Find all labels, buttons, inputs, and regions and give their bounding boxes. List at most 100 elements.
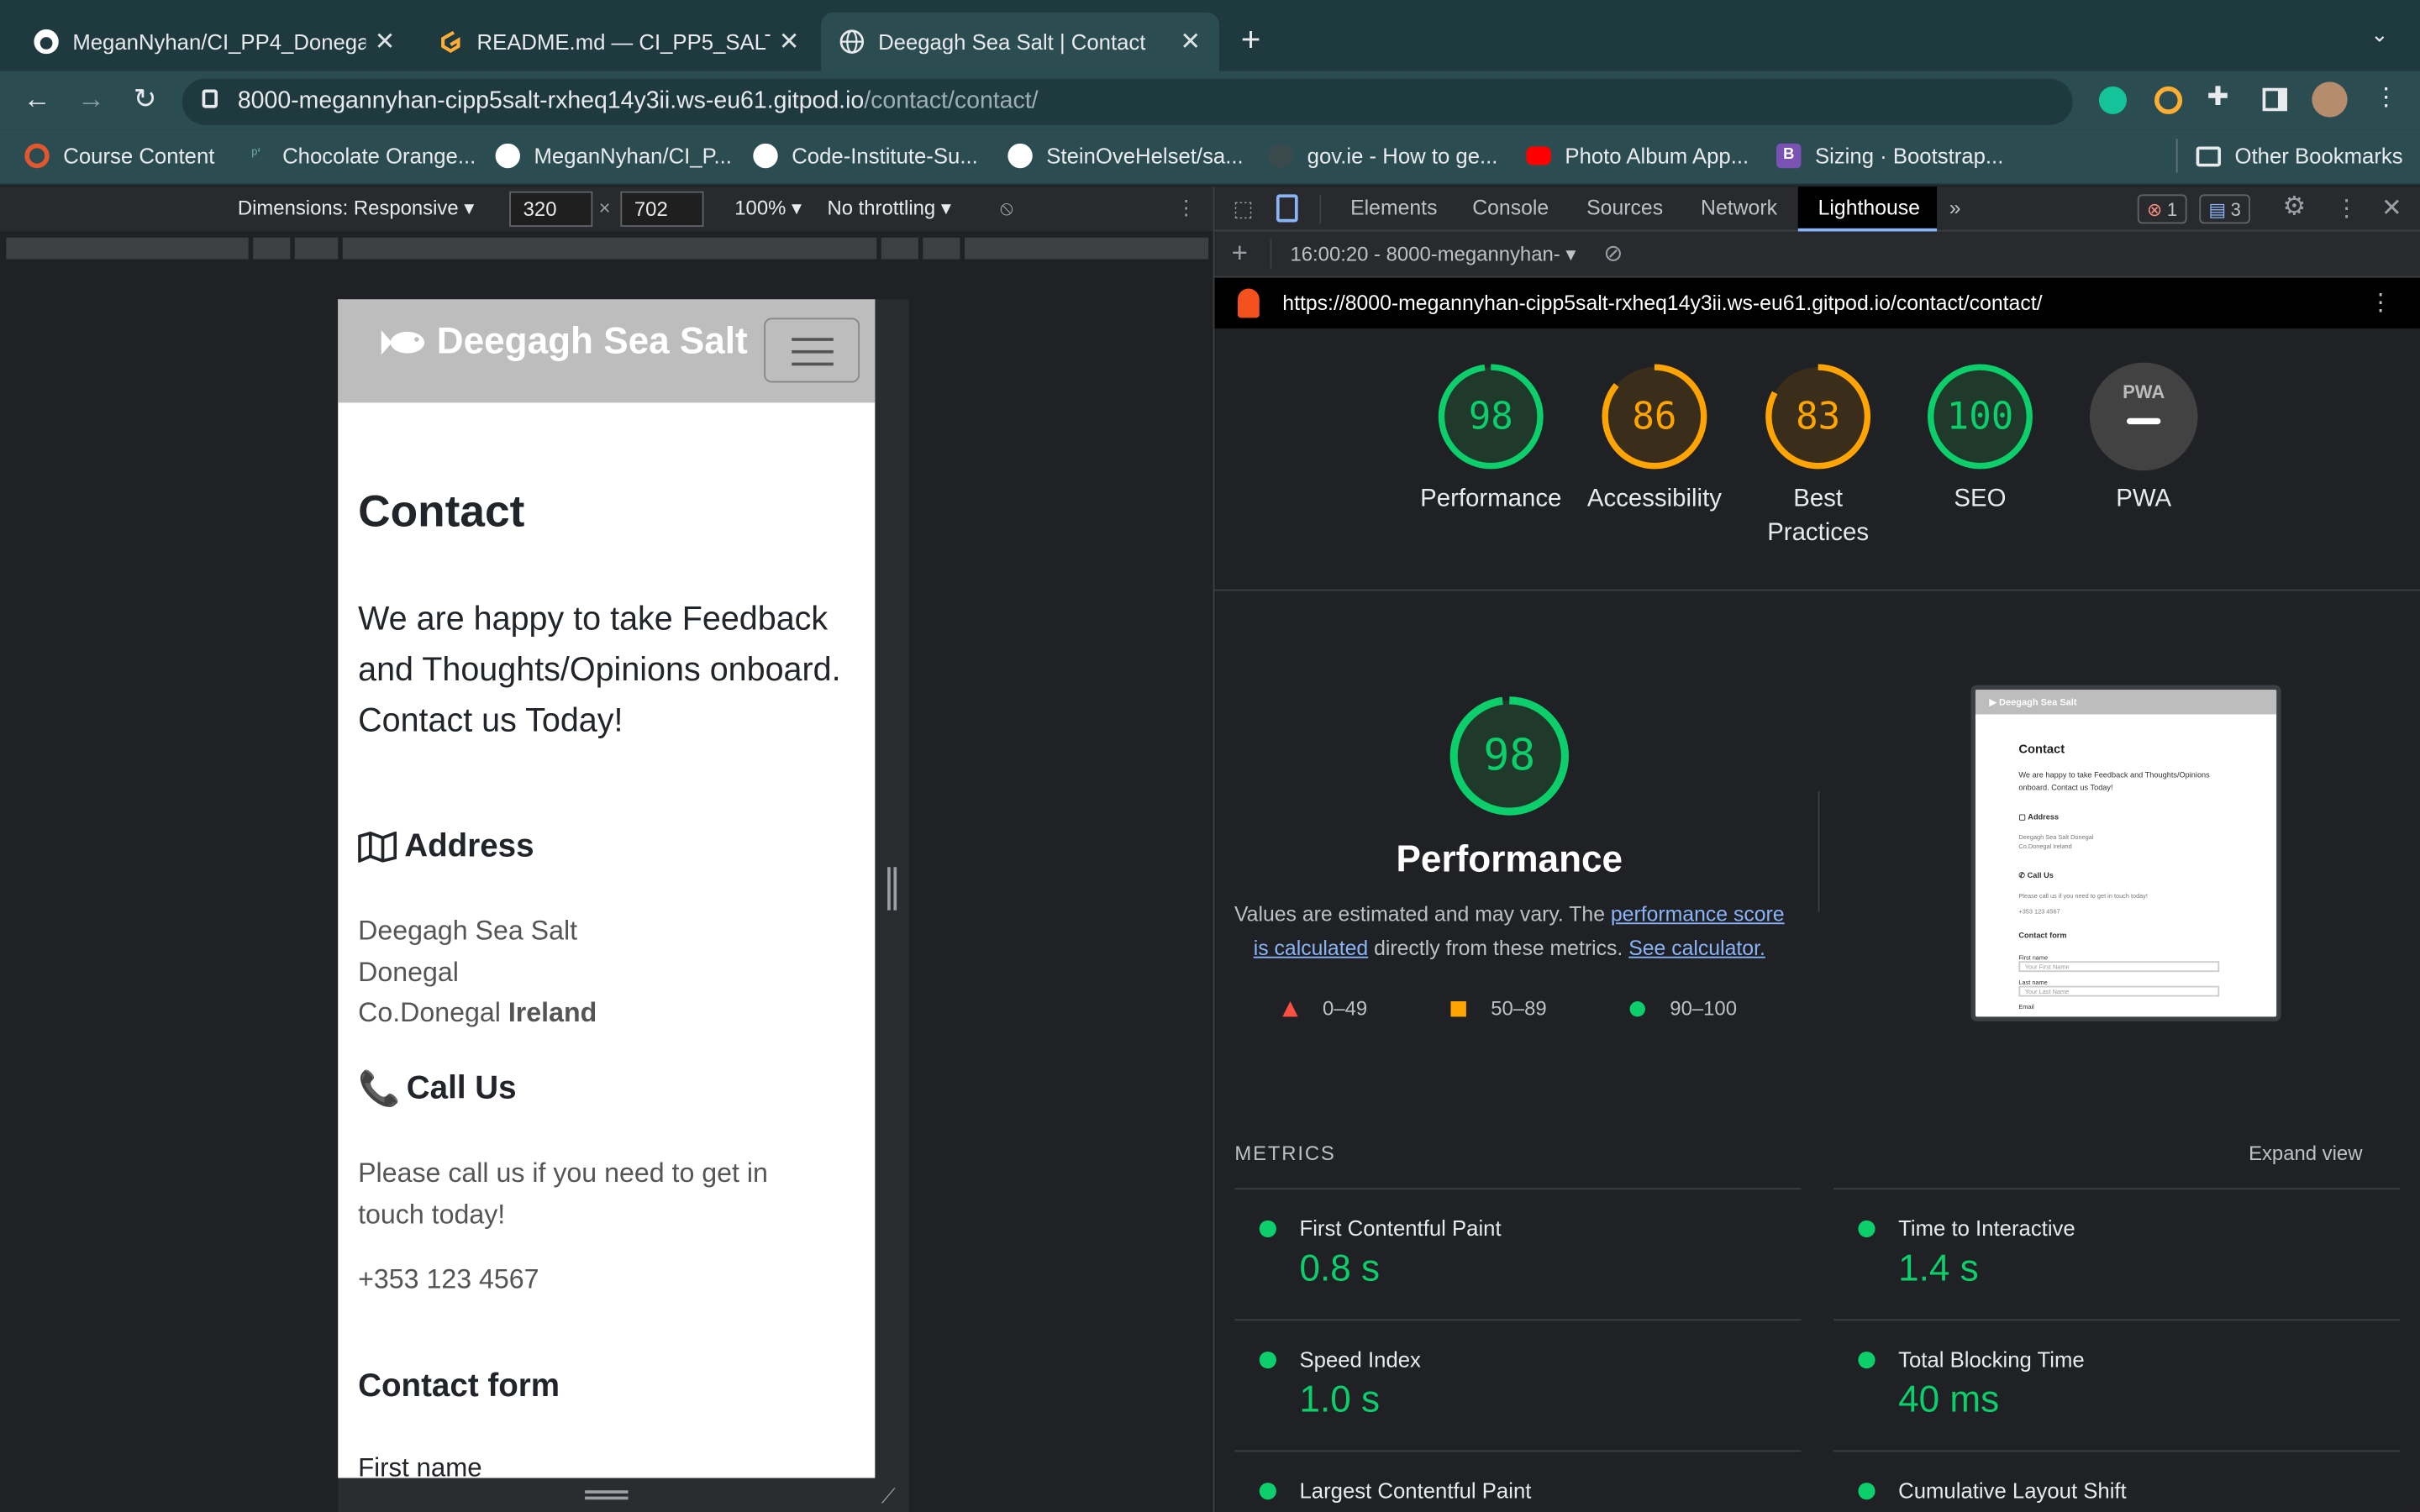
gauge-pwa[interactable]: PWA PWA — [2062, 362, 2226, 517]
tab-elements[interactable]: Elements — [1350, 196, 1437, 219]
metric-value: 1.4 s — [1898, 1247, 1979, 1290]
media-query-segment[interactable] — [294, 237, 339, 260]
bookmark-item[interactable]: ᵖ‘ Chocolate Orange... — [244, 144, 476, 168]
score-ring: 83 — [1764, 363, 1872, 471]
back-icon[interactable]: ← — [20, 83, 54, 116]
more-tabs-icon[interactable]: » — [1949, 196, 1961, 219]
address-bar[interactable]: 8000-megannyhan-cipp5salt-rxheq14y3ii.ws… — [182, 78, 2073, 125]
browser-tab-active[interactable]: Deegagh Sea Salt | Contact ✕ — [821, 12, 1219, 71]
throttling-select[interactable]: No throttling ▾ — [827, 196, 950, 220]
tab-search-icon[interactable]: ⌄ — [2370, 22, 2389, 48]
metric-speed-index: Speed Index 1.0 s — [1234, 1319, 1802, 1450]
tab-sources[interactable]: Sources — [1586, 196, 1663, 219]
extensions-icon[interactable]: ✚ — [2207, 81, 2228, 113]
zoom-select[interactable]: 100% ▾ — [734, 196, 802, 220]
new-report-icon[interactable]: + — [1232, 238, 1248, 270]
kebab-icon[interactable]: ⋮ — [2335, 194, 2359, 222]
settings-icon[interactable]: ⚙ — [2282, 192, 2306, 223]
media-query-segment[interactable] — [6, 237, 249, 260]
gauge-performance[interactable]: 98 Performance — [1409, 363, 1573, 517]
tab-network[interactable]: Network — [1701, 196, 1777, 219]
map-icon — [358, 831, 397, 863]
gitpod-extension-icon[interactable] — [2154, 86, 2183, 114]
lock-icon — [202, 89, 218, 108]
legend-label: 0–49 — [1323, 996, 1368, 1021]
times-icon: × — [598, 196, 611, 219]
gauge-accessibility[interactable]: 86 Accessibility — [1573, 363, 1737, 517]
bookmark-label: MeganNyhan/CI_P... — [534, 143, 732, 169]
site-brand[interactable]: Deegagh Sea Salt — [381, 321, 748, 364]
media-query-segment[interactable] — [253, 237, 291, 260]
calculator-link[interactable]: See calculator. — [1628, 937, 1765, 960]
score-label: Best Practices — [1767, 486, 1870, 547]
corner-resize-icon[interactable]: ⟋ — [881, 1484, 896, 1509]
forward-icon[interactable]: → — [74, 83, 108, 116]
close-icon[interactable]: ✕ — [770, 26, 800, 57]
pass-icon — [1858, 1483, 1876, 1500]
inspect-icon[interactable]: ⬚ — [1234, 196, 1254, 222]
score-label: SEO — [1954, 486, 2007, 512]
new-tab-icon[interactable]: + — [1241, 20, 1261, 60]
width-input[interactable]: 320 — [509, 191, 593, 227]
bookmark-item[interactable]: SteinOveHelset/sa... — [1007, 143, 1244, 169]
tab-console[interactable]: Console — [1472, 196, 1549, 219]
resize-handle-right[interactable] — [875, 299, 909, 1478]
divider — [2175, 139, 2178, 173]
avatar[interactable] — [2312, 81, 2348, 118]
bookmark-item[interactable]: Course Content — [24, 143, 214, 169]
grammarly-icon[interactable] — [2098, 86, 2127, 114]
harp-icon — [1268, 143, 1294, 169]
gauge-best-practices[interactable]: 83 Best Practices — [1736, 363, 1900, 551]
menu-icon[interactable]: ⋮ — [2374, 81, 2398, 113]
bookmark-item[interactable]: Code-Institute-Su... — [753, 143, 978, 169]
reload-icon[interactable]: ↻ — [128, 83, 161, 116]
other-bookmarks[interactable]: Other Bookmarks — [2196, 144, 2403, 168]
report-url[interactable]: https://8000-megannyhan-cipp5salt-rxheq1… — [1282, 291, 2042, 315]
media-query-segment[interactable] — [923, 237, 960, 260]
report-select[interactable]: 16:00:20 - 8000-megannyhan- ▾ — [1290, 242, 1576, 266]
close-icon[interactable]: ✕ — [366, 26, 396, 57]
page-screenshot-thumbnail[interactable]: ▶ Deegagh Sea Salt Contact We are happy … — [1970, 685, 2281, 1021]
bookmark-label: Chocolate Orange... — [282, 143, 476, 169]
thumb-address: ▢ Address — [2018, 812, 2060, 822]
resize-handle-bottom[interactable]: ⟋ — [338, 1478, 909, 1512]
rotate-icon[interactable]: ⦸ — [1000, 196, 1013, 220]
clear-icon[interactable]: ⊘ — [1603, 239, 1623, 267]
dimensions-select[interactable]: Dimensions: Responsive ▾ — [238, 196, 474, 220]
device-toggle-icon[interactable] — [1276, 194, 1298, 223]
close-devtools-icon[interactable]: ✕ — [2381, 193, 2402, 224]
navbar-toggler[interactable] — [764, 318, 860, 383]
media-query-segment[interactable] — [964, 237, 1209, 260]
main-score-title: Performance — [1396, 839, 1623, 881]
close-icon[interactable]: ✕ — [1171, 26, 1201, 57]
browser-tab[interactable]: README.md — CI_PP5_SALT – ✕ — [420, 13, 818, 71]
bookmark-item[interactable]: MeganNyhan/CI_P... — [495, 143, 732, 169]
github-icon — [1007, 143, 1033, 169]
media-query-segment[interactable] — [881, 237, 918, 260]
metric-cumulative-layout-shift: Cumulative Layout Shift — [1833, 1450, 2401, 1511]
divider — [1270, 239, 1272, 269]
bookmark-label: Sizing · Bootstrap... — [1814, 143, 2004, 169]
thumb-call-text: Please call us if you need to get in tou… — [2018, 891, 2148, 900]
bookmark-item[interactable]: B Sizing · Bootstrap... — [1776, 143, 2004, 169]
form-heading: Contact form — [358, 1368, 560, 1404]
thumb-phone: +353 123 4567 — [2018, 906, 2060, 916]
metrics-title: METRICS — [1234, 1142, 1336, 1165]
gauge-seo[interactable]: 100 SEO — [1898, 363, 2062, 517]
browser-tab[interactable]: MeganNyhan/CI_PP4_Donegal_ ✕ — [15, 13, 413, 71]
messages-badge[interactable]: ▤ 3 — [2199, 194, 2250, 224]
bookmark-item[interactable]: gov.ie - How to ge... — [1268, 143, 1497, 169]
bookmark-item[interactable]: Photo Album App... — [1526, 144, 1749, 168]
expand-view-toggle[interactable]: Expand view — [2249, 1142, 2362, 1165]
report-menu-icon[interactable]: ⋮ — [2369, 288, 2392, 316]
more-options-icon[interactable]: ⋮ — [1176, 196, 1197, 220]
errors-badge[interactable]: ⊗ 1 — [2137, 194, 2187, 224]
height-input[interactable]: 702 — [620, 191, 704, 227]
gitpod-icon — [439, 29, 463, 54]
triangle-icon — [1282, 1000, 1298, 1016]
media-query-segment[interactable] — [342, 237, 877, 260]
tab-lighthouse[interactable]: Lighthouse — [1797, 186, 1938, 232]
side-panel-icon[interactable] — [2262, 87, 2287, 112]
tab-title: MeganNyhan/CI_PP4_Donegal_ — [72, 29, 366, 55]
dimensions-label: Dimensions: Responsive — [237, 196, 459, 219]
